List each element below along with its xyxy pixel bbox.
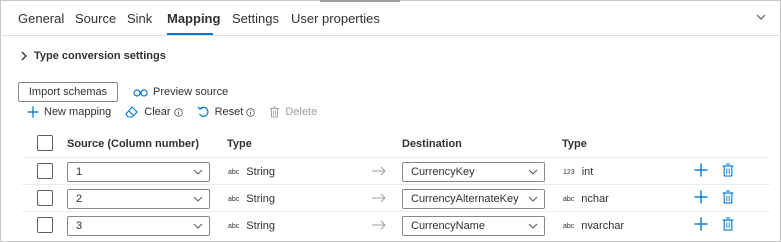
source-column-value: 2: [76, 193, 83, 205]
destination-type-cell: abc nvarchar: [563, 220, 624, 232]
destination-column-value: CurrencyKey: [411, 166, 475, 178]
string-type-icon: abc: [228, 168, 240, 176]
destination-type-value: nchar: [581, 193, 609, 205]
arrow-right-icon: [372, 166, 386, 176]
reset-button[interactable]: Reset: [197, 106, 256, 118]
destination-type-value: int: [581, 166, 594, 178]
info-icon[interactable]: [173, 107, 183, 117]
chevron-up-icon[interactable]: [755, 11, 767, 23]
new-mapping-button[interactable]: New mapping: [27, 106, 111, 118]
tab-user-properties[interactable]: User properties: [291, 11, 380, 26]
delete-button[interactable]: Delete: [269, 106, 317, 118]
glasses-icon: [133, 88, 148, 97]
chevron-down-icon: [193, 223, 203, 229]
trash-icon[interactable]: [721, 163, 735, 177]
tab-mapping[interactable]: Mapping: [167, 11, 220, 26]
new-mapping-label: New mapping: [44, 106, 112, 118]
clear-label: Clear: [144, 106, 171, 118]
reset-label: Reset: [214, 106, 244, 118]
chevron-down-icon: [528, 196, 538, 202]
tab-bar: General Source Sink Mapping Settings Use…: [0, 0, 781, 36]
destination-column-select[interactable]: CurrencyName: [402, 216, 545, 236]
chevron-down-icon: [193, 196, 203, 202]
destination-column-select[interactable]: CurrencyAlternateKey: [402, 189, 545, 209]
active-tab-indicator: [167, 33, 213, 35]
string-type-icon: abc: [563, 195, 575, 203]
source-column-select[interactable]: 1: [67, 162, 210, 182]
tab-general[interactable]: General: [18, 11, 64, 26]
row-checkbox[interactable]: [37, 217, 53, 233]
string-type-icon: abc: [563, 222, 575, 230]
tab-settings[interactable]: Settings: [232, 11, 279, 26]
source-type-cell: abc String: [228, 220, 275, 232]
plus-icon: [27, 106, 39, 118]
source-column-select[interactable]: 3: [67, 216, 210, 236]
destination-column-value: CurrencyName: [411, 220, 485, 232]
trash-icon[interactable]: [721, 217, 735, 231]
destination-type-cell: 123 int: [563, 166, 593, 178]
chevron-down-icon: [193, 169, 203, 175]
tab-sink[interactable]: Sink: [127, 11, 152, 26]
type-conversion-toggle[interactable]: Type conversion settings: [20, 50, 166, 62]
source-type-value: String: [246, 193, 276, 205]
type-conversion-label: Type conversion settings: [34, 50, 166, 62]
source-column-header: Source (Column number): [67, 138, 200, 150]
plus-icon[interactable]: [694, 163, 708, 177]
destination-type-value: nvarchar: [581, 220, 625, 232]
clear-button[interactable]: Clear: [125, 106, 183, 118]
string-type-icon: abc: [228, 195, 240, 203]
source-type-cell: abc String: [228, 166, 275, 178]
row-checkbox[interactable]: [37, 163, 53, 179]
info-icon[interactable]: [246, 107, 256, 117]
arrow-right-icon: [372, 220, 386, 230]
destination-type-column-header: Type: [562, 138, 587, 150]
source-column-select[interactable]: 2: [67, 189, 210, 209]
tab-source[interactable]: Source: [75, 11, 116, 26]
eraser-icon: [125, 106, 139, 118]
chevron-down-icon: [528, 223, 538, 229]
integer-type-icon: 123: [563, 168, 575, 176]
chevron-right-icon: [21, 51, 27, 61]
row-checkbox[interactable]: [37, 190, 53, 206]
import-schemas-button[interactable]: Import schemas: [18, 82, 118, 102]
destination-column-header: Destination: [402, 138, 462, 150]
source-type-column-header: Type: [227, 138, 252, 150]
source-type-value: String: [246, 166, 276, 178]
string-type-icon: abc: [228, 222, 240, 230]
destination-column-select[interactable]: CurrencyKey: [402, 162, 545, 182]
preview-source-button[interactable]: Preview source: [133, 86, 228, 98]
destination-type-cell: abc nchar: [563, 193, 609, 205]
plus-icon[interactable]: [694, 190, 708, 204]
chevron-down-icon: [528, 169, 538, 175]
preview-source-label: Preview source: [153, 86, 229, 98]
undo-icon: [197, 106, 209, 117]
arrow-right-icon: [372, 193, 386, 203]
select-all-checkbox[interactable]: [37, 135, 53, 151]
plus-icon[interactable]: [694, 217, 708, 231]
delete-label: Delete: [285, 106, 318, 118]
source-column-value: 3: [76, 220, 83, 232]
source-column-value: 1: [76, 166, 83, 178]
source-type-cell: abc String: [228, 193, 275, 205]
destination-column-value: CurrencyAlternateKey: [411, 193, 519, 205]
trash-icon: [270, 106, 280, 118]
source-type-value: String: [246, 220, 276, 232]
mapping-toolbar: New mapping Clear Reset Delete: [27, 104, 331, 120]
trash-icon[interactable]: [721, 190, 735, 204]
